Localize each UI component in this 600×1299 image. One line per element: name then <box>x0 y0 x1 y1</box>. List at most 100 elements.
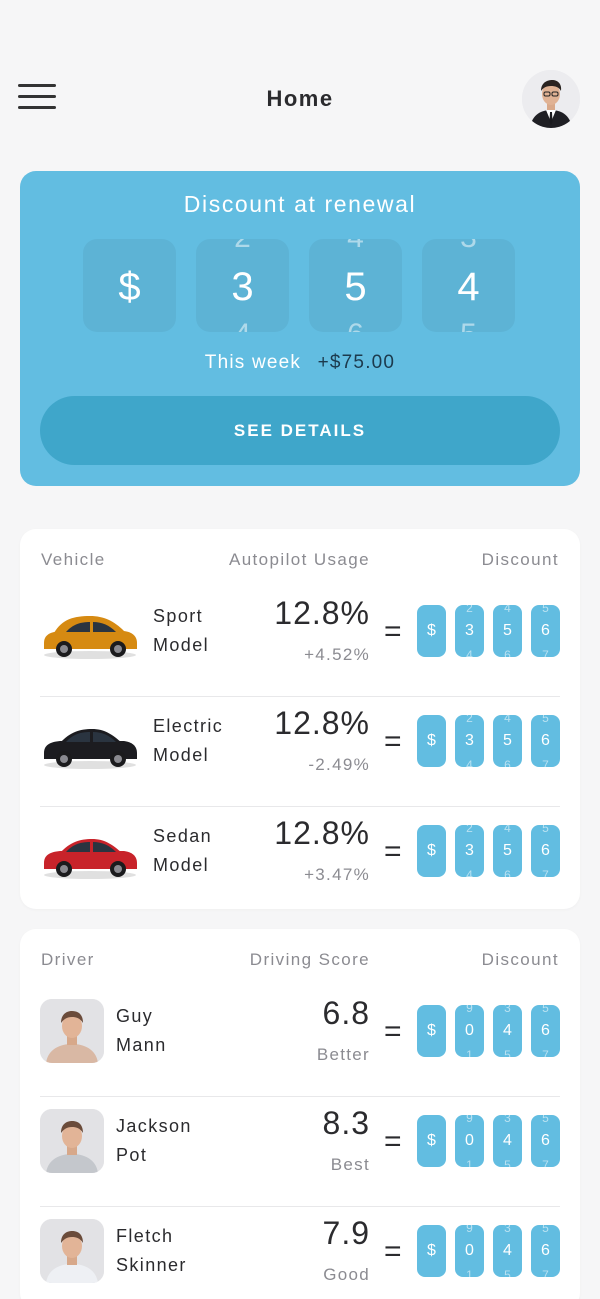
digit-next: 7 <box>542 868 549 877</box>
digit-current: 5 <box>344 265 367 309</box>
driver-row[interactable]: Fletch Skinner 7.9 Good = $9 0 1 3 4 5 5 6 7 <box>20 1207 580 1299</box>
vehicle-row[interactable]: Sport Model 12.8% +4.52% = $2 3 4 4 5 6 5 6 7 <box>20 587 580 697</box>
app-header: Home <box>0 70 600 130</box>
discount-digit: $ <box>417 1115 446 1167</box>
discount-digit: $ <box>417 825 446 877</box>
discount-digit: 2 3 4 <box>455 605 484 657</box>
hero-title: Discount at renewal <box>183 191 417 217</box>
discount-digit: 3 4 5 <box>493 1115 522 1167</box>
digit-current: $ <box>427 1132 436 1149</box>
digit-current: 6 <box>541 622 550 639</box>
digit-prev: 4 <box>504 825 511 835</box>
digit-prev: 5 <box>542 605 549 615</box>
discount-digit: 5 6 7 <box>531 715 560 767</box>
name-line-2: Model <box>153 855 210 875</box>
equals-sign: = <box>384 1235 402 1268</box>
discount-digit: 2 3 4 <box>455 715 484 767</box>
name-line-1: Sport <box>153 606 204 626</box>
digit-next: 5 <box>504 1048 511 1057</box>
driver-row[interactable]: Guy Mann 6.8 Better = $9 0 1 3 4 5 5 6 7 <box>20 987 580 1097</box>
digit-next: 4 <box>466 868 473 877</box>
digit-next: 5 <box>422 320 515 333</box>
equals-sign: = <box>384 725 402 758</box>
digit-current: 5 <box>503 732 512 749</box>
digit-current: 5 <box>503 842 512 859</box>
digit-current: $ <box>427 842 436 859</box>
driver-row[interactable]: Jackson Pot 8.3 Best = $9 0 1 3 4 5 5 6 7 <box>20 1097 580 1207</box>
digit-prev: 3 <box>504 1005 511 1015</box>
digit-next: 6 <box>504 868 511 877</box>
digit-current: 4 <box>503 1132 512 1149</box>
discount-digit: 4 5 6 <box>493 825 522 877</box>
digit-next: 5 <box>504 1268 511 1277</box>
digit-current: 3 <box>231 265 254 309</box>
driving-score-value: 7.9 <box>322 1215 370 1251</box>
digit-current: 6 <box>541 1022 550 1039</box>
driver-avatar <box>40 999 104 1063</box>
discount-digit: 9 0 1 <box>455 1005 484 1057</box>
score-rating: Best <box>330 1155 370 1174</box>
digit-current: 6 <box>541 732 550 749</box>
digit-next: 7 <box>542 1268 549 1277</box>
digit-current: $ <box>427 1022 436 1039</box>
vehicle-row[interactable]: Electric Model 12.8% -2.49% = $2 3 4 4 5 6 5 6 7 <box>20 697 580 807</box>
digit-prev: 5 <box>542 1115 549 1125</box>
discount-odometer: $9 0 1 3 4 5 5 6 7 <box>417 1225 560 1277</box>
autopilot-usage-value: 12.8% <box>274 705 370 741</box>
digit-current: $ <box>118 265 141 309</box>
column-header-autopilot: Autopilot Usage <box>228 550 370 569</box>
discount-digit: 5 6 7 <box>531 1225 560 1277</box>
user-avatar[interactable] <box>522 70 580 128</box>
digit-prev: 5 <box>542 825 549 835</box>
page-title: Home <box>266 86 334 111</box>
discount-odometer: $2 3 4 4 5 6 5 6 7 <box>417 605 560 657</box>
digit-current: 4 <box>503 1022 512 1039</box>
digit-prev: 9 <box>466 1115 473 1125</box>
digit-prev: 2 <box>466 825 473 835</box>
row-name: Fletch Skinner <box>116 1222 187 1280</box>
digit-prev: 3 <box>504 1115 511 1125</box>
equals-sign: = <box>384 1015 402 1048</box>
see-details-button[interactable]: SEE DETAILS <box>40 396 560 465</box>
digit-prev: 9 <box>466 1005 473 1015</box>
week-value: +$75.00 <box>317 352 396 373</box>
digit-current: 3 <box>465 842 474 859</box>
discount-digit: 5 6 7 <box>531 1005 560 1057</box>
score-rating: Good <box>323 1265 370 1284</box>
digit-prev: 3 <box>422 239 515 253</box>
digit-next: 7 <box>542 1158 549 1167</box>
digit-current: 6 <box>541 842 550 859</box>
vehicle-row[interactable]: Sedan Model 12.8% +3.47% = $2 3 4 4 5 6 5 6 7 <box>20 807 580 917</box>
discount-digit: $ <box>417 1225 446 1277</box>
weekly-change: This week +$75.00 <box>20 352 580 374</box>
column-header-discount: Discount <box>481 550 559 569</box>
digit-next: 7 <box>542 648 549 657</box>
name-line-1: Fletch <box>116 1226 174 1246</box>
digit-next: 6 <box>504 758 511 767</box>
driving-score-value: 8.3 <box>322 1105 370 1141</box>
week-label: This week <box>204 352 302 373</box>
driving-score-value: 6.8 <box>322 995 370 1031</box>
driver-card: Driver Driving Score Discount Guy Mann 6.8… <box>20 929 580 1299</box>
score-rating: Better <box>316 1045 370 1064</box>
digit-current: 6 <box>541 1132 550 1149</box>
digit-prev: 5 <box>542 1005 549 1015</box>
discount-digit: 9 0 1 <box>455 1225 484 1277</box>
digit-next: 1 <box>466 1048 473 1057</box>
digit-next: 1 <box>466 1158 473 1167</box>
digit-current: 6 <box>541 1242 550 1259</box>
name-line-2: Model <box>153 635 210 655</box>
column-header-score: Driving Score <box>249 950 370 969</box>
usage-change: +4.52% <box>304 645 370 664</box>
discount-hero-card: Discount at renewal $ 2 3 4 4 5 6 3 4 5 … <box>20 171 580 486</box>
digit-current: 5 <box>503 622 512 639</box>
discount-digit: $ <box>417 1005 446 1057</box>
name-line-1: Electric <box>153 716 224 736</box>
digit-next: 4 <box>196 320 289 333</box>
digit-prev: 4 <box>504 605 511 615</box>
column-header-vehicle: Vehicle <box>41 550 106 569</box>
digit-current: 0 <box>465 1022 474 1039</box>
digit-prev: 5 <box>542 715 549 725</box>
discount-digit: $ <box>417 715 446 767</box>
digit-next: 4 <box>466 758 473 767</box>
